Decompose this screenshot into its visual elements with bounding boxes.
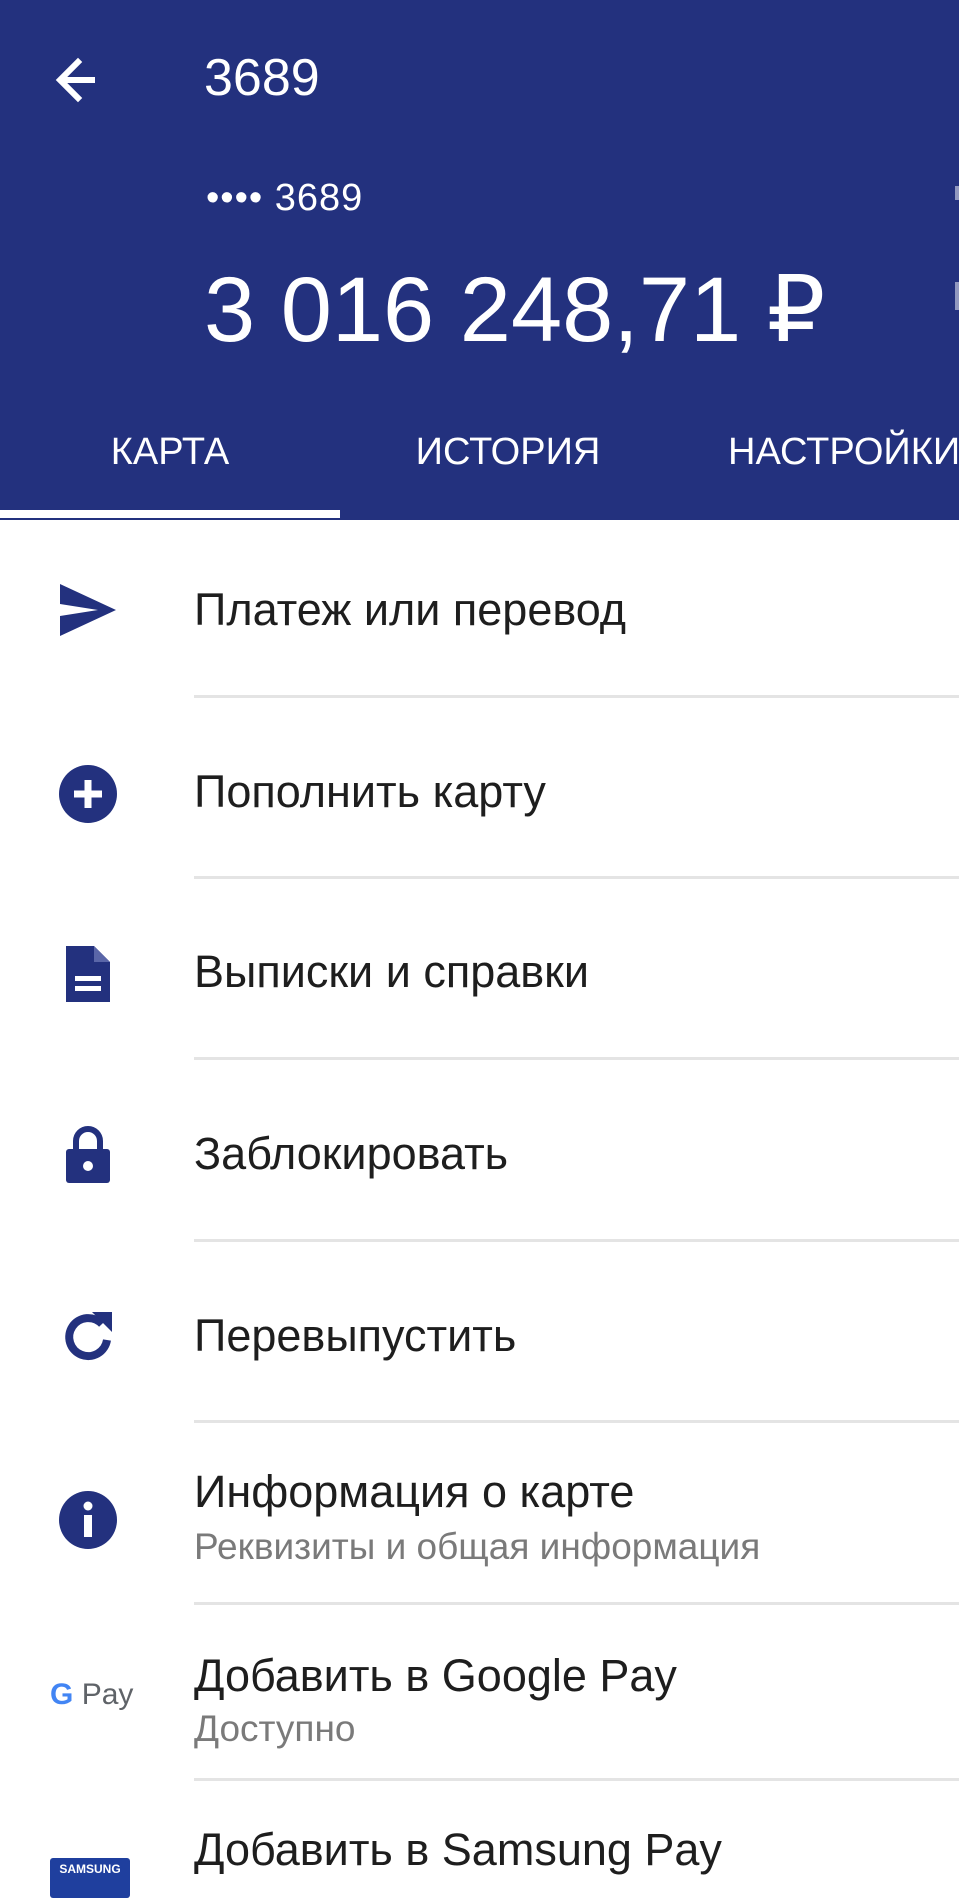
menu-item-subtitle: Доступно (194, 1708, 356, 1749)
menu-item-label: Информация о карте (194, 1466, 635, 1517)
menu-item-label: Добавить в Samsung Pay (194, 1824, 722, 1875)
refresh-icon (65, 1312, 112, 1361)
add-circle-icon (59, 765, 117, 823)
menu-item-statements[interactable]: Выписки и справки (0, 880, 959, 1060)
active-tab-indicator (0, 510, 340, 518)
divider (194, 695, 959, 698)
info-icon (59, 1491, 117, 1549)
divider (194, 1057, 959, 1060)
menu-item-label: Заблокировать (194, 1128, 509, 1179)
menu-item-card-info[interactable]: Информация о карте Реквизиты и общая инф… (0, 1424, 959, 1604)
divider (194, 1778, 959, 1781)
tab-settings[interactable]: НАСТРОЙКИ (728, 420, 959, 520)
card-header: 3689 •••• 3689 3 016 248,71 ₽ КАРТА ИСТО… (0, 0, 959, 520)
document-icon (66, 946, 110, 1002)
next-card-edge (955, 282, 959, 310)
menu-item-google-pay[interactable]: G Pay Добавить в Google Pay Доступно (0, 1606, 959, 1780)
menu-item-subtitle: Реквизиты и общая информация (194, 1526, 761, 1567)
menu-item-label: Выписки и справки (194, 946, 589, 997)
google-pay-icon-text: Pay (81, 1678, 134, 1711)
google-pay-icon: G Pay (50, 1678, 134, 1711)
menu-item-label: Добавить в Google Pay (194, 1650, 677, 1701)
arrow-left-icon (55, 57, 95, 103)
divider (194, 1239, 959, 1242)
lock-icon (66, 1126, 110, 1183)
card-balance: 3 016 248,71 ₽ (204, 259, 826, 361)
tab-history[interactable]: ИСТОРИЯ (388, 420, 628, 520)
samsung-pay-icon: SAMSUNG (50, 1858, 130, 1898)
menu-item-payment[interactable]: Платеж или перевод (0, 520, 959, 700)
menu-item-label: Пополнить карту (194, 766, 546, 817)
tab-bar: КАРТА ИСТОРИЯ НАСТРОЙКИ (0, 420, 959, 520)
menu-item-block[interactable]: Заблокировать (0, 1062, 959, 1242)
menu-item-top-up[interactable]: Пополнить карту (0, 700, 959, 880)
page-title: 3689 (204, 49, 320, 107)
back-button[interactable] (48, 50, 112, 114)
divider (194, 1420, 959, 1423)
menu-item-samsung-pay[interactable]: Добавить в Samsung Pay (0, 1782, 959, 1881)
menu-item-reissue[interactable]: Перевыпустить (0, 1244, 959, 1424)
next-card-edge (955, 186, 959, 200)
masked-card-number: •••• 3689 (206, 177, 364, 219)
menu-item-label: Платеж или перевод (194, 584, 627, 635)
divider (194, 1602, 959, 1605)
tab-card[interactable]: КАРТА (0, 420, 340, 520)
menu-item-label: Перевыпустить (194, 1310, 517, 1361)
divider (194, 876, 959, 879)
send-icon (60, 584, 116, 636)
